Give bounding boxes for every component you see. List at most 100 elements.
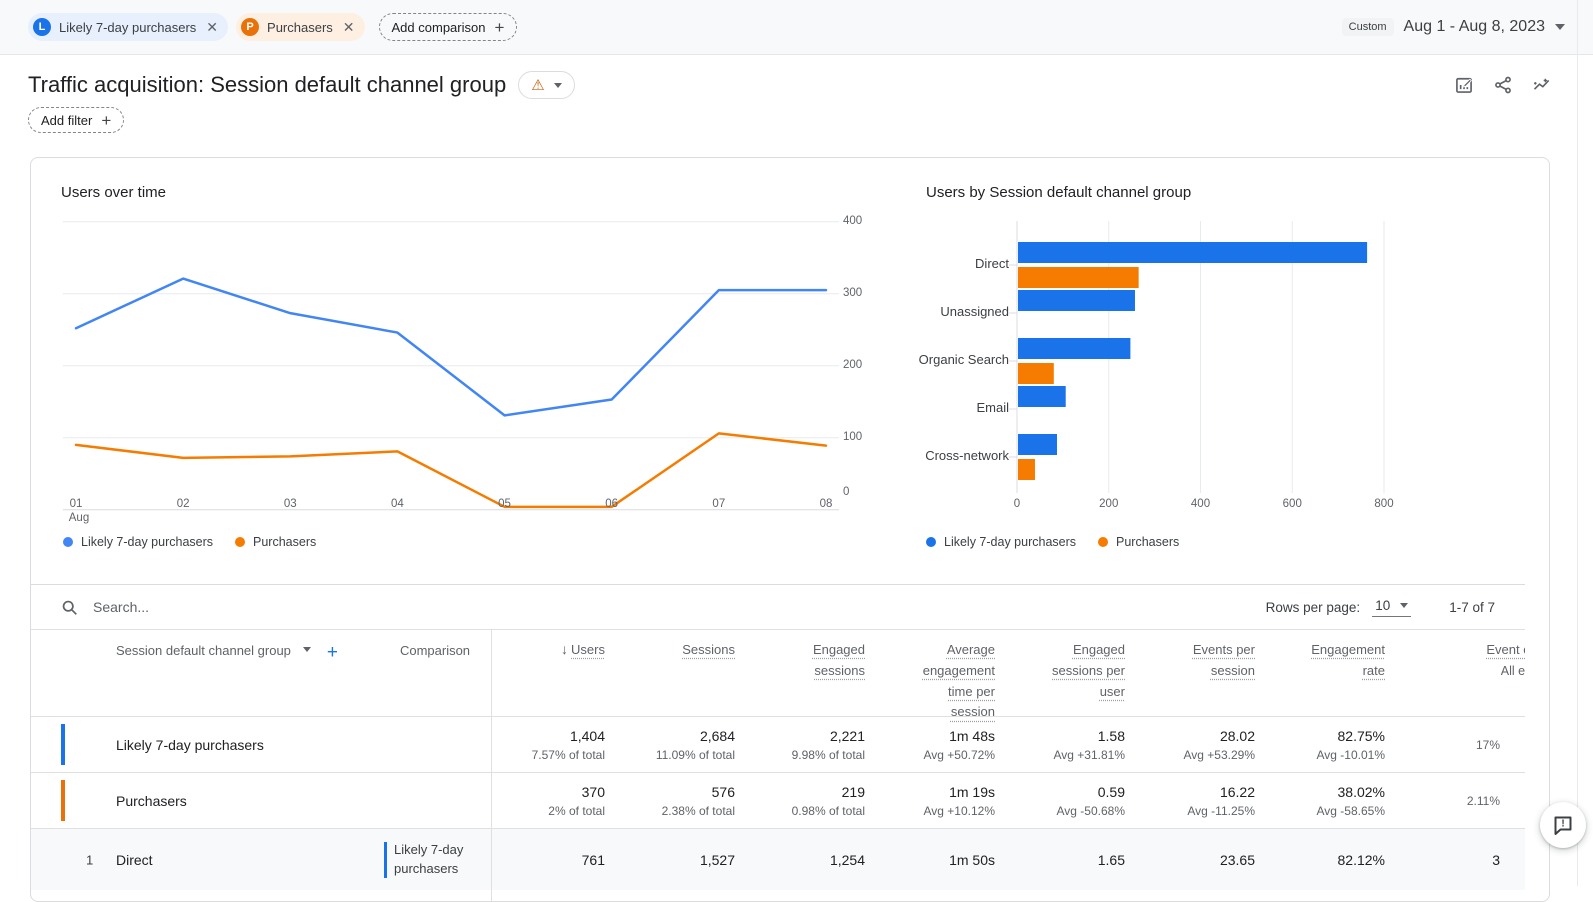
metric-cell: 2,68411.09% of total bbox=[615, 717, 745, 772]
legend-item: Likely 7-day purchasers bbox=[926, 535, 1076, 549]
sort-descending-icon: ↓ bbox=[561, 641, 568, 657]
report-actions bbox=[1453, 74, 1553, 96]
x-axis-tick-label: 06 bbox=[598, 498, 626, 510]
metric-subvalue: 9.98% of total bbox=[792, 748, 865, 762]
metric-column-header[interactable]: Average engagement time per session bbox=[875, 630, 1005, 723]
legend-label: Purchasers bbox=[253, 535, 316, 549]
table-row[interactable]: 1DirectLikely 7-day purchasers7611,5271,… bbox=[31, 828, 1525, 890]
metric-cell: 2.11% bbox=[1395, 773, 1525, 828]
bar-chart-title: Users by Session default channel group bbox=[926, 184, 1191, 201]
x-axis-tick-label: 08 bbox=[812, 498, 840, 510]
bar-category-label: Cross-network bbox=[877, 448, 1009, 463]
data-quality-button[interactable]: ⚠ bbox=[518, 71, 574, 99]
metric-value: 761 bbox=[582, 852, 605, 868]
comparison-accent-bar bbox=[61, 724, 65, 765]
y-axis-tick-label: 300 bbox=[843, 287, 871, 299]
insights-icon[interactable] bbox=[1531, 74, 1553, 96]
page-title: Traffic acquisition: Session default cha… bbox=[28, 72, 506, 98]
chevron-down-icon[interactable] bbox=[303, 647, 311, 652]
dimension-column-header[interactable]: Session default channel group+ bbox=[31, 630, 379, 723]
share-icon[interactable] bbox=[1492, 74, 1514, 96]
metric-column-header[interactable]: ↓Users bbox=[491, 630, 615, 723]
x-axis-tick-label: 05 bbox=[491, 498, 519, 510]
metric-column-header[interactable]: Events per session bbox=[1135, 630, 1265, 723]
metric-cell: 1.58Avg +31.81% bbox=[1005, 717, 1135, 772]
metric-subvalue: Avg +31.81% bbox=[1053, 748, 1125, 762]
metric-value: 1,404 bbox=[570, 728, 605, 744]
metric-value: 576 bbox=[712, 784, 735, 800]
x-axis-tick-label: 400 bbox=[1181, 498, 1221, 510]
scrollbar-track[interactable] bbox=[1577, 0, 1578, 886]
metric-value: 23.65 bbox=[1220, 852, 1255, 868]
x-axis-month-label: Aug bbox=[62, 512, 96, 524]
metric-value: 38.02% bbox=[1338, 784, 1385, 800]
metric-header-label: Users bbox=[571, 640, 605, 661]
summary-row-label: Likely 7-day purchasers bbox=[116, 737, 264, 753]
bar-category-label: Organic Search bbox=[877, 352, 1009, 367]
metric-cell: 1m 19s Avg +10.12% bbox=[875, 773, 1005, 828]
y-axis-tick-label: 100 bbox=[843, 431, 871, 443]
metric-value: 1.65 bbox=[1098, 852, 1125, 868]
metric-value: 219 bbox=[842, 784, 865, 800]
line-chart-title: Users over time bbox=[61, 184, 166, 201]
close-icon[interactable]: ✕ bbox=[343, 19, 355, 36]
metric-column-header[interactable]: Engaged sessions per user bbox=[1005, 630, 1135, 723]
customize-report-icon[interactable] bbox=[1453, 74, 1475, 96]
report-header: Traffic acquisition: Session default cha… bbox=[28, 71, 1553, 99]
comparison-chip-label: Purchasers bbox=[267, 20, 333, 35]
metric-value: 1,254 bbox=[830, 852, 865, 868]
metric-header-sublabel: All events bbox=[1395, 664, 1525, 678]
add-dimension-icon[interactable]: + bbox=[327, 643, 338, 662]
metric-subvalue: Avg -10.01% bbox=[1317, 748, 1386, 762]
rows-per-page-select[interactable]: 10 bbox=[1372, 598, 1411, 617]
date-range-type-badge: Custom bbox=[1342, 18, 1394, 36]
summary-row-label-cell: Purchasers bbox=[31, 773, 379, 828]
rows-per-page-label: Rows per page: bbox=[1266, 600, 1361, 615]
legend-dot bbox=[926, 537, 936, 547]
metric-column-header[interactable]: Engagement rate bbox=[1265, 630, 1395, 723]
metric-header-label: Engaged sessions bbox=[777, 640, 865, 682]
x-axis-tick-label: 01 bbox=[62, 498, 90, 510]
metric-value: 2,684 bbox=[700, 728, 735, 744]
bar-category-label: Email bbox=[877, 400, 1009, 415]
metric-subvalue: Avg +10.12% bbox=[923, 804, 995, 818]
row-index: 1 bbox=[86, 852, 93, 867]
metric-cell: 23.65 bbox=[1135, 829, 1265, 890]
feedback-button[interactable]: ! bbox=[1540, 802, 1586, 848]
plus-icon: + bbox=[494, 19, 504, 36]
metric-cell: 1,404 7.57% of total bbox=[491, 717, 615, 772]
summary-row: Purchasers3702% of total5762.38% of tota… bbox=[31, 772, 1525, 828]
chevron-down-icon bbox=[554, 83, 562, 88]
date-range-picker[interactable]: Custom Aug 1 - Aug 8, 2023 bbox=[1342, 18, 1565, 36]
metric-value: 1m 50s bbox=[949, 852, 995, 868]
metric-cell: 219 0.98% of total bbox=[745, 773, 875, 828]
legend-label: Likely 7-day purchasers bbox=[81, 535, 213, 549]
comparison-cell: Likely 7-day purchasers bbox=[379, 829, 491, 890]
add-comparison-button[interactable]: Add comparison + bbox=[379, 13, 518, 41]
y-axis-tick-label: 200 bbox=[843, 359, 871, 371]
close-icon[interactable]: ✕ bbox=[206, 19, 218, 36]
add-filter-button[interactable]: Add filter + bbox=[28, 107, 124, 133]
metric-header-label: Average engagement time per session bbox=[907, 640, 995, 723]
metric-column-header[interactable]: Engaged sessions bbox=[745, 630, 875, 723]
metric-column-header[interactable]: Sessions bbox=[615, 630, 745, 723]
metric-cell: 82.12% bbox=[1265, 829, 1395, 890]
y-axis-tick-label: 400 bbox=[843, 215, 871, 227]
comparison-chip-likely-7-day-purchasers[interactable]: L Likely 7-day purchasers ✕ bbox=[28, 13, 228, 41]
metric-value: 1m 19s bbox=[949, 784, 995, 800]
x-axis-tick-label: 200 bbox=[1089, 498, 1129, 510]
legend-item: Purchasers bbox=[1098, 535, 1179, 549]
metric-subvalue: 0.98% of total bbox=[792, 804, 865, 818]
legend-dot bbox=[63, 537, 73, 547]
metric-header-label: Event count bbox=[1486, 640, 1525, 661]
metric-subvalue: 7.57% of total bbox=[532, 748, 605, 762]
legend-dot bbox=[1098, 537, 1108, 547]
metric-value: 28.02 bbox=[1220, 728, 1255, 744]
metric-column-header[interactable]: Event count All events bbox=[1395, 630, 1525, 723]
comparison-chip-purchasers[interactable]: P Purchasers ✕ bbox=[236, 13, 364, 41]
comparison-column-header: Comparison bbox=[379, 630, 491, 723]
metric-value: 82.12% bbox=[1338, 852, 1385, 868]
summary-row: Likely 7-day purchasers 1,404 7.57% of tot… bbox=[31, 716, 1525, 772]
metric-cell: 2,2219.98% of total bbox=[745, 717, 875, 772]
search-input[interactable] bbox=[91, 598, 411, 616]
